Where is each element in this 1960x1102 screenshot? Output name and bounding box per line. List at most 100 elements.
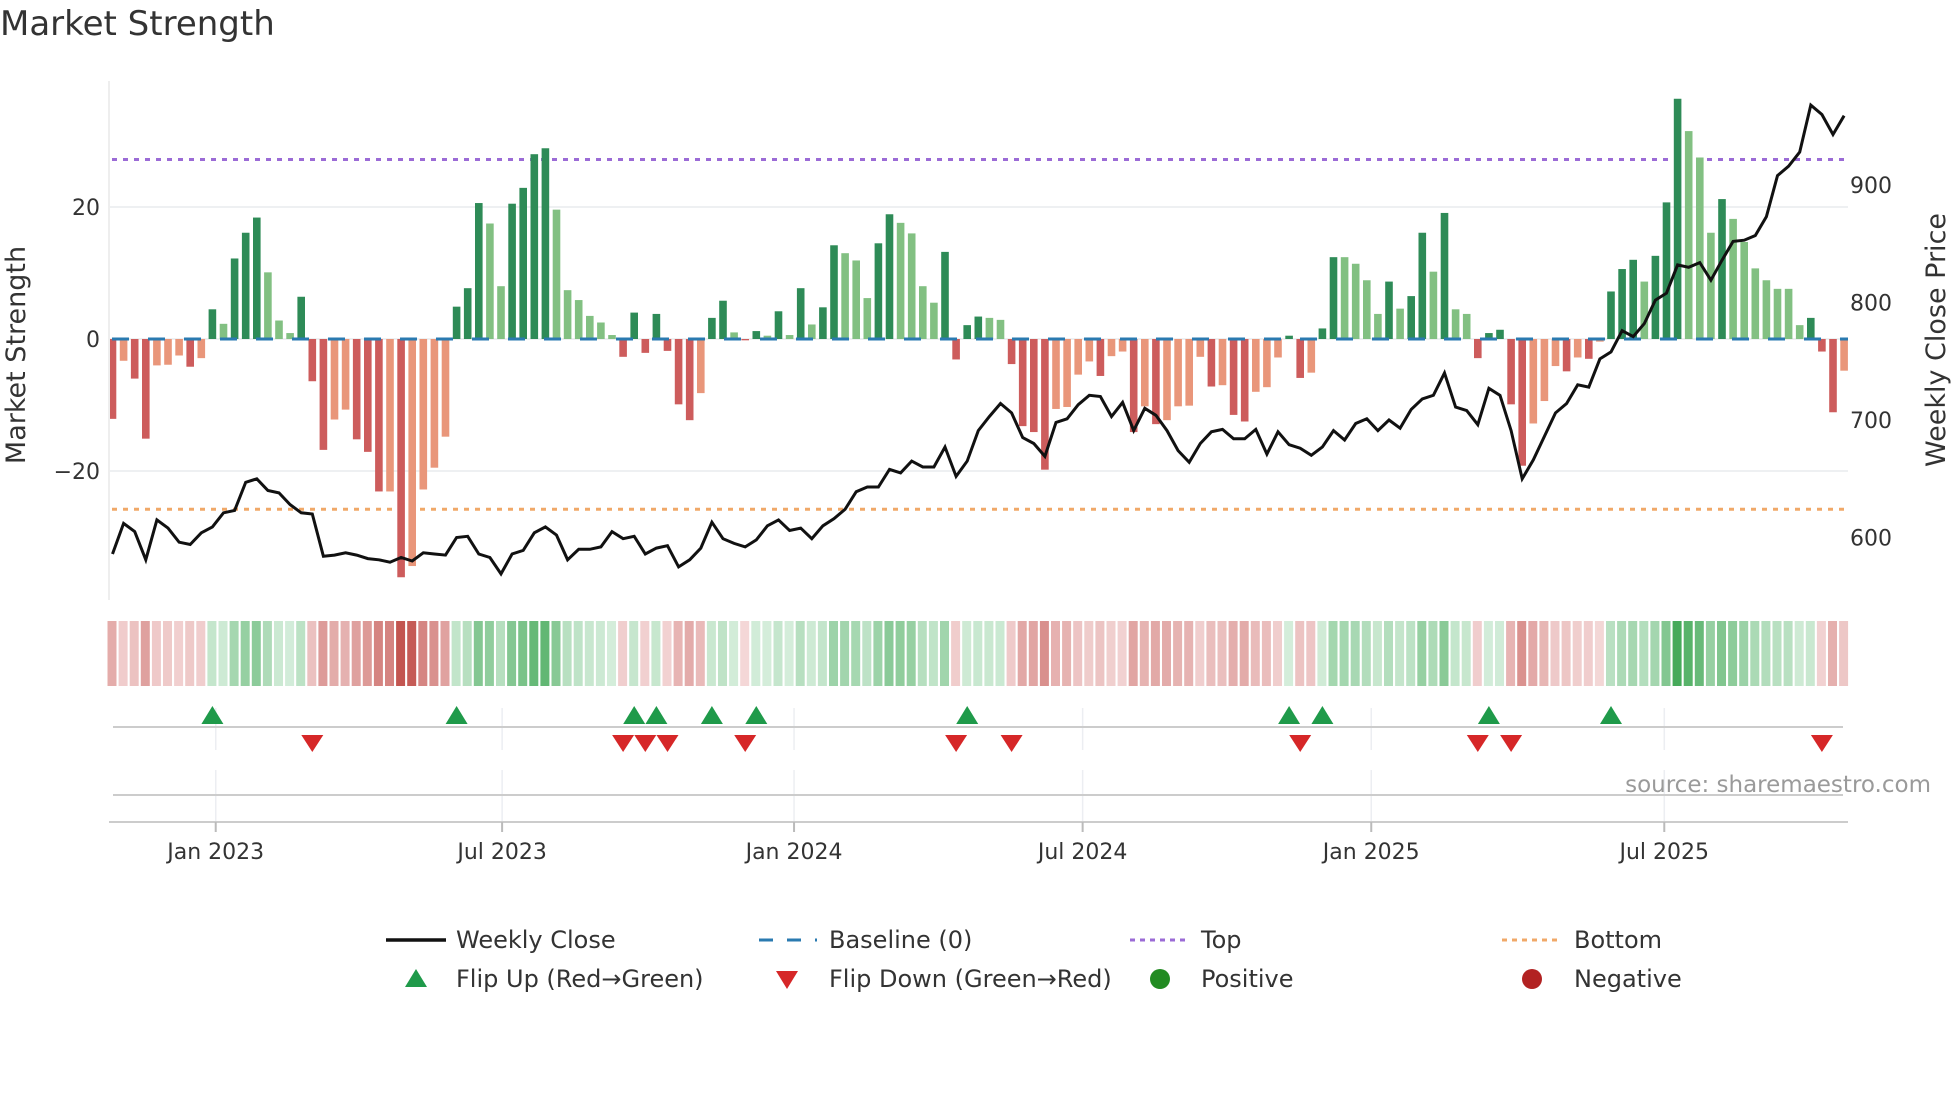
strength-bar bbox=[386, 339, 394, 492]
strength-bar bbox=[319, 339, 328, 450]
heat-cell bbox=[1139, 621, 1149, 686]
legend-label: Top bbox=[1200, 926, 1242, 954]
strength-bar bbox=[1207, 339, 1216, 387]
legend: Weekly Close Baseline (0) Top Bottom Flip Up… bbox=[386, 926, 1682, 993]
strength-bar bbox=[297, 296, 305, 339]
legend-item: Weekly Close bbox=[386, 926, 616, 954]
strength-bar bbox=[186, 339, 194, 367]
heat-cell bbox=[651, 621, 661, 686]
heat-cell bbox=[806, 621, 816, 686]
heat-cell bbox=[1261, 621, 1271, 686]
heat-cell bbox=[1472, 621, 1482, 686]
strength-bar bbox=[597, 322, 605, 339]
strength-bar bbox=[796, 288, 805, 339]
heat-cell bbox=[1195, 621, 1205, 686]
heat-cell bbox=[496, 621, 505, 686]
heat-cell bbox=[1062, 621, 1072, 686]
source-label: source: sharemaestro.com bbox=[1625, 772, 1931, 798]
strength-bar bbox=[241, 232, 250, 339]
flip-down-marker bbox=[1810, 735, 1833, 752]
heat-cell bbox=[1483, 621, 1493, 686]
strength-bar bbox=[1751, 268, 1760, 339]
strength-bar bbox=[996, 319, 1005, 339]
strength-bar bbox=[919, 286, 927, 339]
heat-cell bbox=[1228, 621, 1238, 686]
strength-bar bbox=[253, 217, 261, 339]
heat-cell bbox=[462, 621, 472, 686]
heat-cell bbox=[1650, 621, 1660, 686]
legend-item: Flip Down (Green→Red) bbox=[776, 965, 1112, 993]
heat-cell bbox=[1173, 621, 1183, 686]
heat-cell bbox=[418, 621, 428, 686]
x-tick-label: Jul 2024 bbox=[1036, 840, 1128, 865]
flip-down-marker bbox=[734, 735, 757, 752]
strength-bar bbox=[907, 233, 916, 339]
strength-bar bbox=[708, 317, 716, 339]
strength-bar bbox=[219, 323, 228, 339]
flip-down-marker bbox=[634, 735, 657, 752]
strength-bar bbox=[785, 335, 794, 339]
heat-cell bbox=[1783, 621, 1793, 686]
strength-bar bbox=[1129, 339, 1138, 433]
heat-cell bbox=[817, 621, 827, 686]
heat-cell bbox=[118, 621, 128, 686]
heat-cell bbox=[595, 621, 605, 686]
strength-bar bbox=[574, 300, 583, 339]
strength-bar bbox=[1440, 212, 1449, 339]
strength-bar bbox=[1374, 313, 1382, 339]
strength-bar bbox=[1462, 313, 1471, 339]
heat-cell bbox=[1117, 621, 1127, 686]
strength-bar bbox=[264, 272, 272, 339]
heat-cell bbox=[1328, 621, 1338, 686]
heat-cell bbox=[1184, 621, 1194, 686]
heat-cell bbox=[340, 621, 350, 686]
heat-cell bbox=[196, 621, 206, 686]
flip-up-marker bbox=[956, 706, 979, 724]
heat-cell bbox=[1384, 621, 1393, 686]
heat-cell bbox=[1006, 621, 1016, 686]
legend-circle-icon bbox=[1522, 969, 1542, 989]
flip-down-marker bbox=[1000, 735, 1023, 752]
heat-cell bbox=[1406, 621, 1416, 686]
strength-bar bbox=[630, 312, 638, 339]
flip-down-marker bbox=[1289, 735, 1312, 752]
strength-bar bbox=[1363, 280, 1371, 339]
strength-bar bbox=[963, 325, 971, 339]
heat-cell bbox=[1095, 621, 1105, 686]
strength-bar bbox=[719, 300, 727, 339]
heat-cell bbox=[1028, 621, 1038, 686]
heat-cell bbox=[262, 621, 272, 686]
heat-cell bbox=[718, 621, 727, 686]
heat-cell bbox=[1717, 621, 1726, 686]
strength-bar bbox=[1240, 339, 1249, 422]
strength-bar bbox=[497, 286, 505, 339]
heat-cell bbox=[1350, 621, 1360, 686]
strength-bar bbox=[674, 339, 683, 405]
heat-cell bbox=[573, 621, 583, 686]
strength-bar bbox=[952, 339, 960, 360]
strength-bar bbox=[1474, 339, 1482, 359]
strength-bar bbox=[1107, 339, 1116, 357]
strength-bar bbox=[230, 258, 239, 339]
strength-bar bbox=[153, 339, 161, 366]
strength-bar bbox=[1551, 339, 1560, 367]
heat-cell bbox=[1073, 621, 1083, 686]
strength-bar bbox=[941, 251, 949, 339]
strength-bar bbox=[852, 260, 860, 339]
heat-cell bbox=[451, 621, 461, 686]
heat-cell bbox=[1728, 621, 1738, 686]
heat-cell bbox=[318, 621, 328, 686]
strength-bar bbox=[1795, 325, 1804, 339]
legend-label: Negative bbox=[1574, 965, 1682, 993]
strength-bar bbox=[475, 203, 483, 339]
strength-bar bbox=[930, 302, 938, 339]
strength-bar bbox=[1429, 271, 1438, 339]
heat-cell bbox=[362, 621, 372, 686]
strength-bar bbox=[1118, 339, 1127, 352]
y-tick-label: 0 bbox=[86, 328, 100, 353]
heat-cell bbox=[140, 621, 150, 686]
heat-cell bbox=[1594, 621, 1604, 686]
x-axis: Jan 2023 Jul 2023 Jan 2024 Jul 2024 Jan 2025… bbox=[109, 821, 1848, 865]
strength-bar bbox=[774, 311, 783, 339]
heat-cell bbox=[629, 621, 639, 686]
